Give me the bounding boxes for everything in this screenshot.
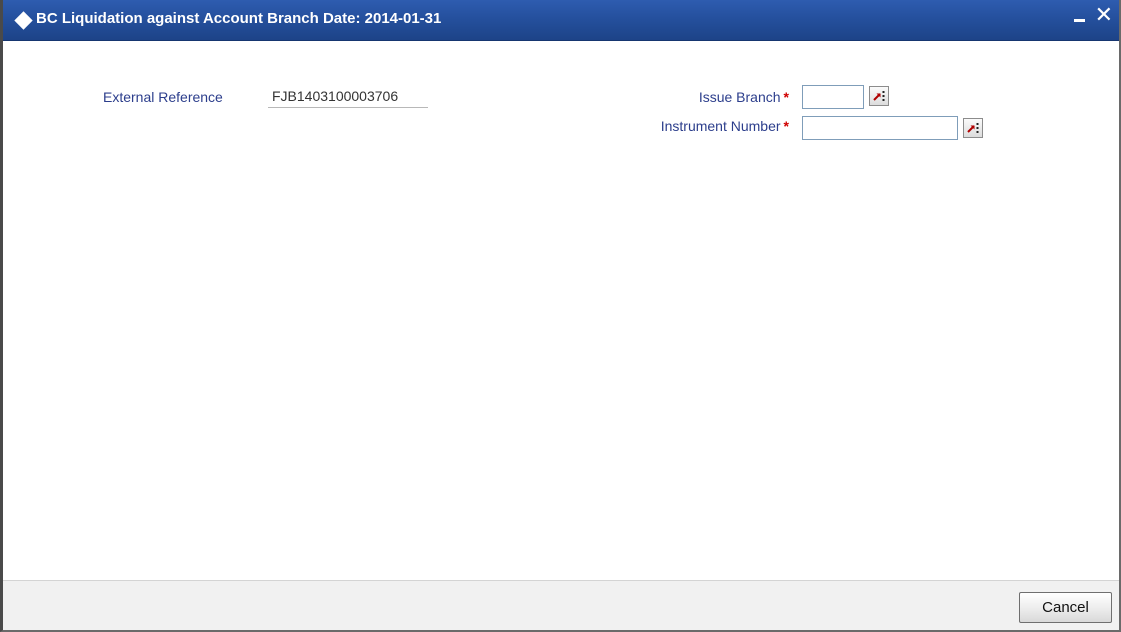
- external-reference-value: FJB1403100003706: [268, 86, 428, 108]
- issue-branch-lov-button[interactable]: [869, 86, 889, 106]
- dialog-window: BC Liquidation against Account Branch Da…: [0, 0, 1121, 632]
- window-title: BC Liquidation against Account Branch Da…: [36, 10, 442, 27]
- title-bar[interactable]: BC Liquidation against Account Branch Da…: [3, 0, 1119, 41]
- close-icon[interactable]: ✕: [1095, 5, 1113, 27]
- diamond-icon: [14, 11, 33, 30]
- instrument-number-input[interactable]: [802, 116, 958, 140]
- external-reference-label: External Reference: [103, 89, 223, 105]
- instrument-number-label-text: Instrument Number: [660, 118, 781, 134]
- required-marker: *: [783, 118, 789, 134]
- issue-branch-label: Issue Branch *: [699, 89, 789, 105]
- required-marker: *: [783, 89, 789, 105]
- dialog-footer: Cancel: [3, 580, 1119, 630]
- list-of-values-icon: [967, 123, 979, 133]
- instrument-number-label: Instrument Number *: [661, 118, 789, 134]
- list-of-values-icon: [873, 91, 885, 101]
- issue-branch-input[interactable]: [802, 85, 864, 109]
- cancel-button[interactable]: Cancel: [1019, 592, 1112, 623]
- issue-branch-label-text: Issue Branch: [698, 89, 781, 105]
- minimize-icon[interactable]: [1074, 19, 1085, 22]
- instrument-number-lov-button[interactable]: [963, 118, 983, 138]
